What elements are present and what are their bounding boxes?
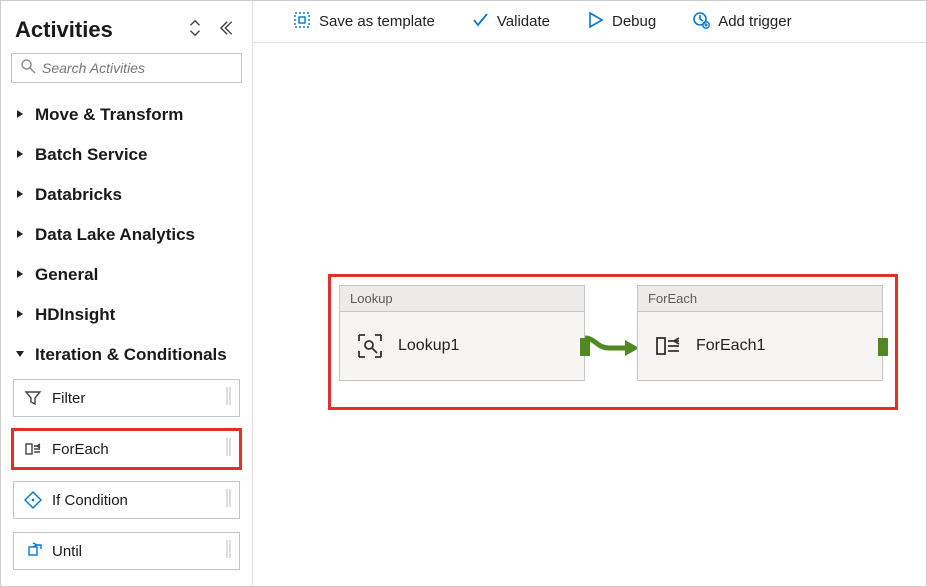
drag-grip-icon[interactable]: [225, 487, 233, 514]
caret-right-icon: [15, 306, 25, 324]
activity-filter[interactable]: Filter: [13, 379, 240, 417]
category-label: General: [35, 265, 98, 285]
lookup-icon: [356, 332, 384, 360]
play-icon: [586, 11, 604, 33]
activities-panel: Activities Move & Transform Batch Servic…: [1, 1, 253, 586]
drag-grip-icon[interactable]: [225, 385, 233, 412]
node-body: ForEach1: [638, 312, 882, 380]
node-body: Lookup1: [340, 312, 584, 380]
caret-right-icon: [15, 266, 25, 284]
category-label: Batch Service: [35, 145, 147, 165]
pipeline-toolbar: Save as template Validate Debug Add trig…: [253, 1, 926, 43]
trigger-icon: [692, 11, 710, 33]
template-icon: [293, 11, 311, 33]
pipeline-canvas[interactable]: Lookup Lookup1: [253, 43, 926, 586]
caret-right-icon: [15, 146, 25, 164]
button-label: Add trigger: [718, 13, 791, 30]
category-general[interactable]: General: [11, 255, 242, 295]
expand-all-icon[interactable]: [186, 19, 204, 42]
activity-label: ForEach: [52, 441, 215, 458]
debug-button[interactable]: Debug: [586, 11, 656, 33]
category-iteration-conditionals[interactable]: Iteration & Conditionals: [11, 335, 242, 375]
search-icon: [20, 58, 36, 79]
node-name: ForEach1: [696, 337, 765, 355]
button-label: Debug: [612, 13, 656, 30]
activity-if-condition[interactable]: If Condition: [13, 481, 240, 519]
until-icon: [24, 542, 42, 560]
category-batch-service[interactable]: Batch Service: [11, 135, 242, 175]
activity-foreach[interactable]: ForEach: [13, 430, 240, 468]
category-list: Move & Transform Batch Service Databrick…: [11, 95, 242, 576]
search-activities-input[interactable]: [42, 60, 233, 76]
node-lookup[interactable]: Lookup Lookup1: [339, 285, 585, 381]
activity-label: Until: [52, 543, 215, 560]
caret-right-icon: [15, 226, 25, 244]
add-trigger-button[interactable]: Add trigger: [692, 11, 791, 33]
drag-grip-icon[interactable]: [225, 436, 233, 463]
category-label: Databricks: [35, 185, 122, 205]
foreach-icon: [654, 332, 682, 360]
iteration-conditionals-items: Filter ForEach If Condition: [11, 375, 242, 576]
main-area: Save as template Validate Debug Add trig…: [253, 1, 926, 586]
activity-label: If Condition: [52, 492, 215, 509]
category-hdinsight[interactable]: HDInsight: [11, 295, 242, 335]
category-label: Iteration & Conditionals: [35, 345, 227, 365]
node-type-label: ForEach: [638, 286, 882, 312]
category-label: HDInsight: [35, 305, 115, 325]
button-label: Validate: [497, 13, 550, 30]
check-icon: [471, 11, 489, 33]
drag-grip-icon[interactable]: [225, 538, 233, 565]
node-type-label: Lookup: [340, 286, 584, 312]
category-databricks[interactable]: Databricks: [11, 175, 242, 215]
activities-header-icons: [186, 19, 238, 42]
activity-label: Filter: [52, 390, 215, 407]
node-output-handle[interactable]: [878, 338, 888, 356]
activity-until[interactable]: Until: [13, 532, 240, 570]
category-move-transform[interactable]: Move & Transform: [11, 95, 242, 135]
validate-button[interactable]: Validate: [471, 11, 550, 33]
search-activities-box[interactable]: [11, 53, 242, 83]
category-data-lake-analytics[interactable]: Data Lake Analytics: [11, 215, 242, 255]
save-as-template-button[interactable]: Save as template: [293, 11, 435, 33]
filter-icon: [24, 389, 42, 407]
button-label: Save as template: [319, 13, 435, 30]
collapse-panel-icon[interactable]: [220, 19, 238, 42]
edge-lookup-to-foreach: [585, 328, 639, 358]
condition-icon: [24, 491, 42, 509]
node-foreach[interactable]: ForEach ForEach1: [637, 285, 883, 381]
caret-down-icon: [15, 346, 25, 364]
node-name: Lookup1: [398, 337, 459, 355]
caret-right-icon: [15, 106, 25, 124]
caret-right-icon: [15, 186, 25, 204]
activities-title: Activities: [15, 17, 113, 43]
category-label: Data Lake Analytics: [35, 225, 195, 245]
category-label: Move & Transform: [35, 105, 183, 125]
activities-header: Activities: [11, 9, 242, 53]
foreach-icon: [24, 440, 42, 458]
